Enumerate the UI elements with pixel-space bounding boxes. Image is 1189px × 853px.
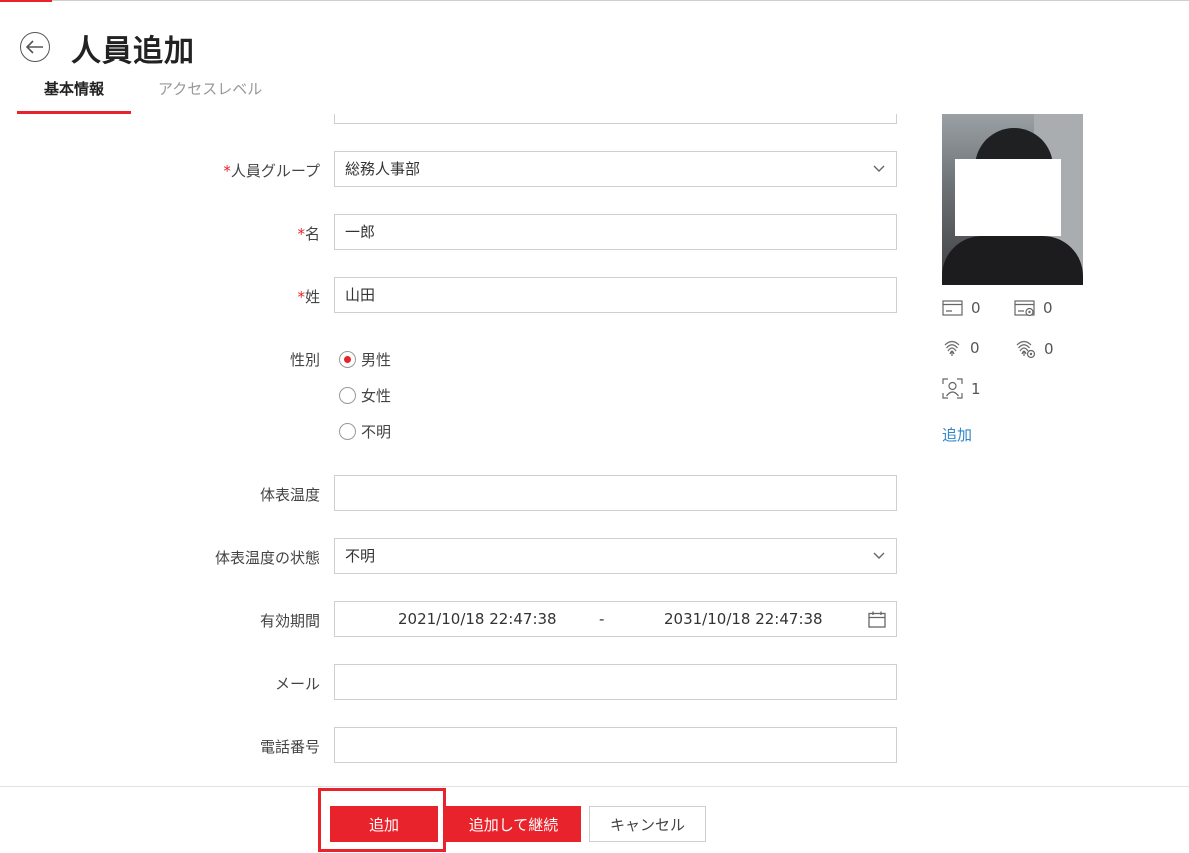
first-name-label: *名 (297, 225, 320, 243)
card-count: 0 (971, 299, 981, 317)
tab-basic-info[interactable]: 基本情報 (17, 74, 132, 114)
fingerprint-credential[interactable]: 0 (942, 338, 980, 358)
gender-label: 性別 (289, 351, 320, 369)
validity-label: 有効期間 (259, 612, 320, 630)
fingerprint-alt-count: 0 (1044, 339, 1054, 358)
page-header: 人員追加 基本情報 アクセスレベル (0, 0, 1189, 114)
temperature-status-value: 不明 (345, 547, 376, 565)
arrow-left-icon (26, 40, 43, 54)
validity-separator: - (599, 610, 605, 628)
card-settings-icon (1014, 299, 1035, 316)
validity-end: 2031/10/18 22:47:38 (664, 610, 823, 628)
temperature-label: 体表温度 (259, 486, 320, 504)
gender-option-unknown: 不明 (361, 423, 392, 441)
gender-radio-female[interactable]: 女性 (339, 385, 391, 406)
cancel-button[interactable]: キャンセル (589, 806, 706, 842)
temperature-input[interactable] (334, 475, 897, 511)
chevron-down-icon (873, 552, 885, 559)
phone-label: 電話番号 (259, 738, 320, 756)
fingerprint-icon (944, 340, 960, 356)
phone-input[interactable] (334, 727, 897, 763)
page-title: 人員追加 (71, 34, 195, 69)
card-credential[interactable]: 0 (942, 299, 981, 317)
validity-range-input[interactable]: 2021/10/18 22:47:38 - 2031/10/18 22:47:3… (334, 601, 897, 637)
gender-option-male: 男性 (361, 351, 392, 369)
fingerprint-count: 0 (970, 339, 980, 357)
last-name-input[interactable]: 山田 (334, 277, 897, 313)
group-select[interactable]: 総務人事部 (334, 151, 897, 187)
group-label: *人員グループ (223, 162, 320, 180)
first-name-input[interactable]: 一郎 (334, 214, 897, 250)
add-and-continue-button[interactable]: 追加して継続 (446, 806, 581, 842)
face-credential[interactable]: 1 (942, 378, 981, 399)
radio-checked-icon (339, 351, 356, 368)
fingerprint-settings-icon (1016, 340, 1036, 359)
back-button[interactable] (20, 32, 50, 62)
form-area: *人員グループ 総務人事部 *名 一郎 *姓 山田 性別 男性 女性 不明 体表… (0, 114, 1189, 786)
chevron-down-icon (873, 165, 885, 172)
temperature-status-select[interactable]: 不明 (334, 538, 897, 574)
radio-unchecked-icon (339, 423, 356, 440)
gender-radio-unknown[interactable]: 不明 (339, 421, 391, 442)
tab-bar: 基本情報 アクセスレベル (17, 74, 289, 114)
card-alt-count: 0 (1043, 299, 1053, 317)
calendar-icon[interactable] (868, 611, 886, 628)
face-count: 1 (971, 379, 981, 398)
validity-start: 2021/10/18 22:47:38 (398, 610, 557, 628)
radio-unchecked-icon (339, 387, 356, 404)
footer-bar: 追加 追加して継続 キャンセル (0, 786, 1189, 853)
face-recognition-icon (942, 378, 963, 399)
scrolled-field[interactable] (334, 114, 897, 124)
redaction-box (955, 159, 1061, 236)
temperature-status-label: 体表温度の状態 (214, 549, 320, 567)
gender-option-female: 女性 (361, 387, 392, 405)
card-alt-credential[interactable]: 0 (1014, 299, 1053, 317)
group-select-value: 総務人事部 (345, 160, 421, 178)
face-photo[interactable] (942, 114, 1083, 285)
add-credential-link[interactable]: 追加 (942, 424, 972, 445)
email-label: メール (274, 675, 320, 693)
tab-access-level[interactable]: アクセスレベル (131, 74, 289, 114)
add-button[interactable]: 追加 (330, 806, 438, 842)
last-name-label: *姓 (297, 288, 320, 306)
card-icon (942, 300, 963, 316)
gender-radio-male[interactable]: 男性 (339, 349, 391, 370)
email-input[interactable] (334, 664, 897, 700)
fingerprint-alt-credential[interactable]: 0 (1014, 338, 1054, 359)
